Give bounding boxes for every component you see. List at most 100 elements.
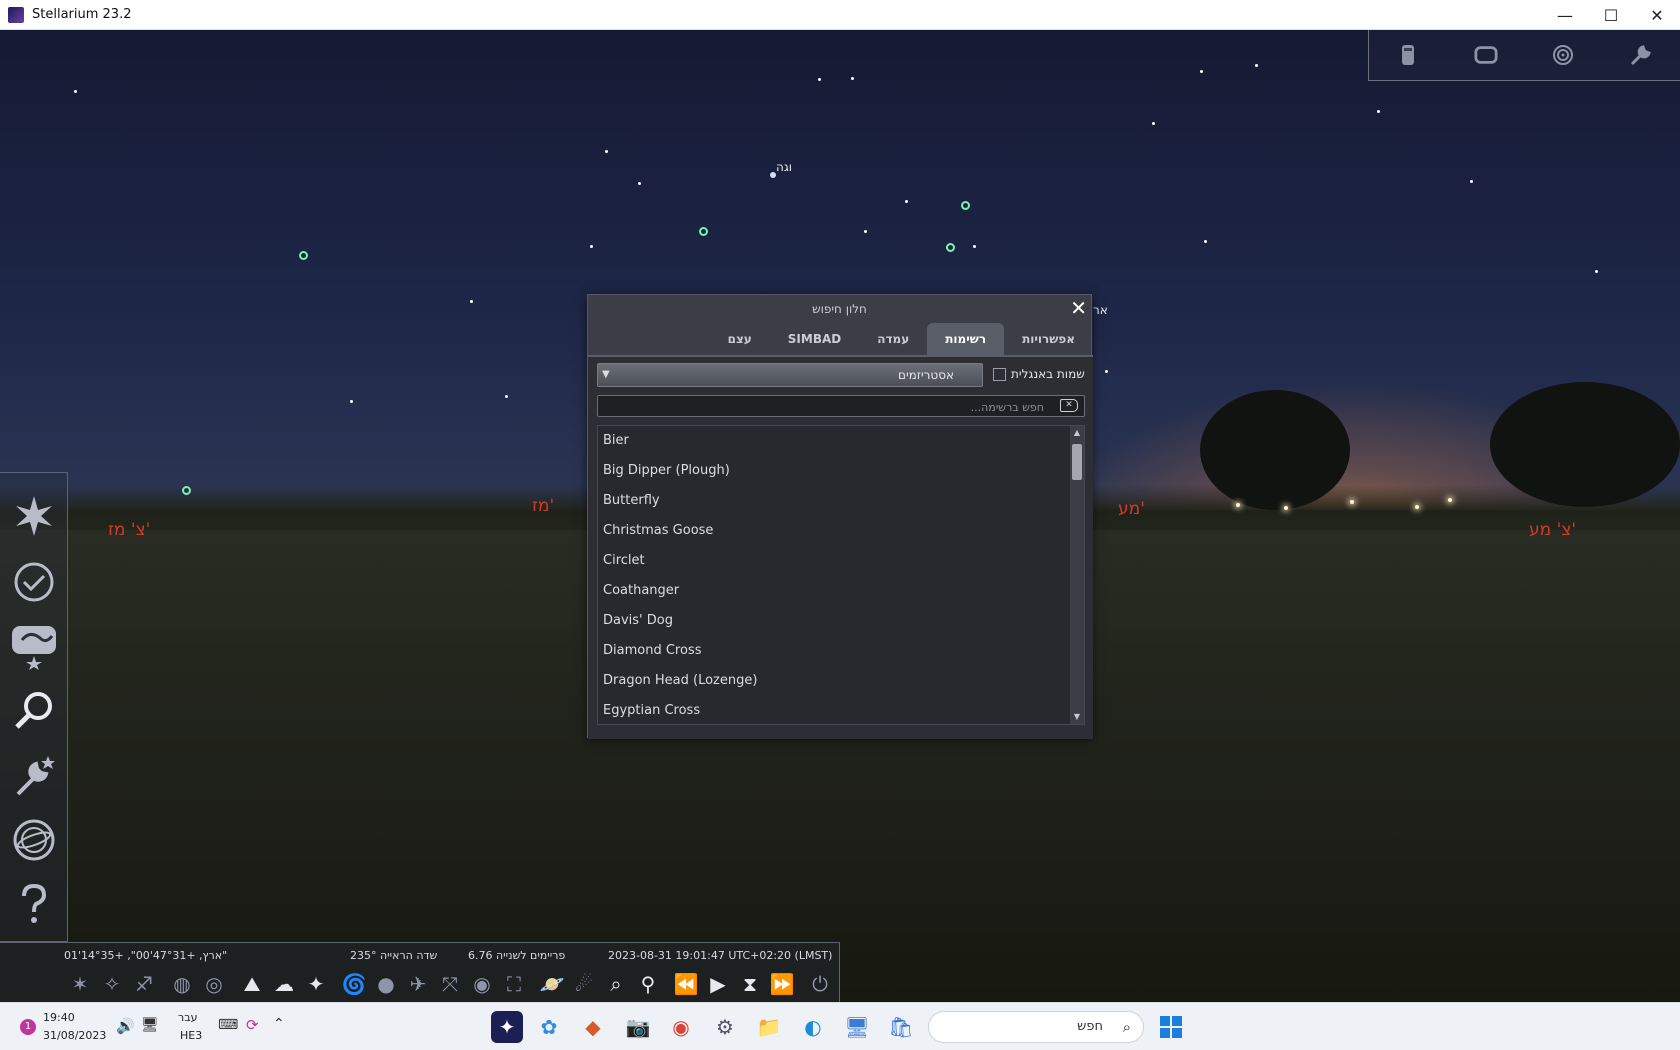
close-window-button[interactable]: ✕ [1634,0,1680,30]
sky-settings-icon[interactable] [9,491,59,541]
ground-icon[interactable]: ⛰ [236,968,268,1000]
chrome-icon[interactable]: ◉ [665,1011,697,1043]
constellation-art-icon[interactable]: ♐ [128,968,160,1000]
paint-3d-icon[interactable]: ◆ [577,1011,609,1043]
planets-icon[interactable]: 🪐 [536,968,568,1000]
tab-lists[interactable]: רשימות [927,323,1005,355]
list-item[interactable]: Dragon Head (Lozenge) [598,666,1084,696]
zoom-fit-icon[interactable]: ⤧ [434,968,466,1000]
telescope-control-icon[interactable]: ⚲ [632,968,664,1000]
maximize-button[interactable]: ☐ [1588,0,1634,30]
star[interactable] [590,245,593,248]
constellation-lines-icon[interactable]: ✶ [64,968,96,1000]
scroll-down-icon[interactable]: ▼ [1072,712,1082,724]
star[interactable] [1152,122,1155,125]
atmosphere-icon[interactable]: ☁ [268,968,300,1000]
list-item[interactable]: Bier [598,426,1084,456]
dialog-close-button[interactable]: ✕ [1070,296,1087,320]
deep-sky-object-marker[interactable] [961,201,970,210]
help-icon[interactable] [9,879,59,929]
scroll-up-icon[interactable]: ▲ [1072,428,1082,440]
copilot-icon[interactable]: ✿ [533,1011,565,1043]
search-icon[interactable] [9,685,59,735]
settings-gear-icon[interactable]: ⚙ [709,1011,741,1043]
star[interactable] [905,200,908,203]
quit-icon[interactable]: ⏻ [804,968,836,1000]
windows-start-icon[interactable] [1160,1016,1182,1038]
meteor-shower-icon[interactable]: ☄ [568,968,600,1000]
tab-options[interactable]: אפשרויות [1004,323,1093,355]
star[interactable] [605,150,608,153]
settings-icon[interactable] [9,751,59,801]
azimuthal-grid-icon[interactable]: ◎ [198,968,230,1000]
list-scrollbar[interactable]: ▲ ▼ [1070,426,1084,724]
clock-date[interactable]: 31/08/2023 [43,1029,106,1042]
play-icon[interactable]: ▶ [702,968,734,1000]
date-time-icon[interactable] [9,557,59,607]
list-search-input[interactable] [604,397,1044,418]
volume-icon[interactable]: 🔊 [116,1017,135,1035]
scrollbar-thumb[interactable] [1072,444,1082,480]
star[interactable] [1105,370,1108,373]
wrench-icon[interactable] [1629,43,1653,67]
star[interactable] [1470,180,1473,183]
keyboard-icon[interactable]: ⌨ [218,1017,238,1033]
edge-icon[interactable]: ◐ [797,1011,829,1043]
star[interactable] [470,300,473,303]
camera-icon[interactable]: 📷 [622,1011,654,1043]
keyboard-layout[interactable]: HE3 [180,1029,202,1042]
deep-sky-object-marker[interactable] [946,243,955,252]
real-time-icon[interactable]: ⧗ [734,968,766,1000]
deep-sky-objects-icon[interactable]: 🌀 [338,968,370,1000]
star[interactable] [851,77,854,80]
night-mode-icon[interactable]: ◉ [466,968,498,1000]
deep-sky-object-marker[interactable] [182,486,191,495]
planet-labels-icon[interactable]: ● [370,968,402,1000]
list-type-select[interactable]: אסטריזמים ▼ [597,363,983,387]
taskbar-search[interactable]: חפש ⌕ [928,1011,1144,1043]
equatorial-grid-icon[interactable]: ◍ [166,968,198,1000]
tab-position[interactable]: עמדה [859,323,927,355]
network-icon[interactable]: 🖥 [141,1017,159,1033]
star[interactable] [1204,240,1207,243]
list-item[interactable]: Davis' Dog [598,606,1084,636]
location-icon[interactable] [9,815,59,865]
rewind-icon[interactable]: ⏪ [670,968,702,1000]
view-icon[interactable] [9,621,59,671]
list-item[interactable]: Big Dipper (Plough) [598,456,1084,486]
tab-object[interactable]: עצם [710,323,770,355]
tab-simbad[interactable]: SIMBAD [770,323,859,355]
star[interactable] [864,230,867,233]
stellarium-taskbar-icon[interactable]: ✦ [491,1011,523,1043]
list-item[interactable]: Diamond Cross [598,636,1084,666]
dialog-titlebar[interactable]: חלון חיפוש ✕ [588,295,1091,323]
star[interactable] [505,395,508,398]
star[interactable] [350,400,353,403]
constellation-labels-icon[interactable]: ✧ [96,968,128,1000]
star[interactable] [74,90,77,93]
cardinal-points-icon[interactable]: ✦ [300,968,332,1000]
star[interactable] [1200,70,1203,73]
star[interactable] [818,78,821,81]
list-item[interactable]: Christmas Goose [598,516,1084,546]
language-indicator[interactable]: עבר [178,1011,197,1024]
clear-search-icon[interactable]: ✕ [1060,399,1078,412]
chevron-up-icon[interactable]: ⌃ [273,1016,285,1032]
star[interactable] [1377,110,1380,113]
deep-sky-object-marker[interactable] [299,251,308,260]
store-icon[interactable]: 🛍 [885,1011,917,1043]
sync-icon[interactable]: ⟳ [246,1016,259,1034]
list-item[interactable]: Circlet [598,546,1084,576]
star[interactable] [1595,270,1598,273]
remote-desktop-icon[interactable]: 🖥 [841,1011,873,1043]
target-icon[interactable] [1551,43,1575,67]
telescope-icon[interactable] [1396,43,1420,67]
english-names-checkbox[interactable] [993,368,1006,381]
list-item[interactable]: Butterfly [598,486,1084,516]
satellites-icon[interactable]: ✈ [402,968,434,1000]
notification-badge[interactable]: 1 [20,1019,36,1035]
clock-time[interactable]: 19:40 [43,1011,75,1024]
deep-sky-object-marker[interactable] [699,227,708,236]
screen-icon[interactable] [1474,43,1498,67]
file-explorer-icon[interactable]: 📁 [753,1011,785,1043]
